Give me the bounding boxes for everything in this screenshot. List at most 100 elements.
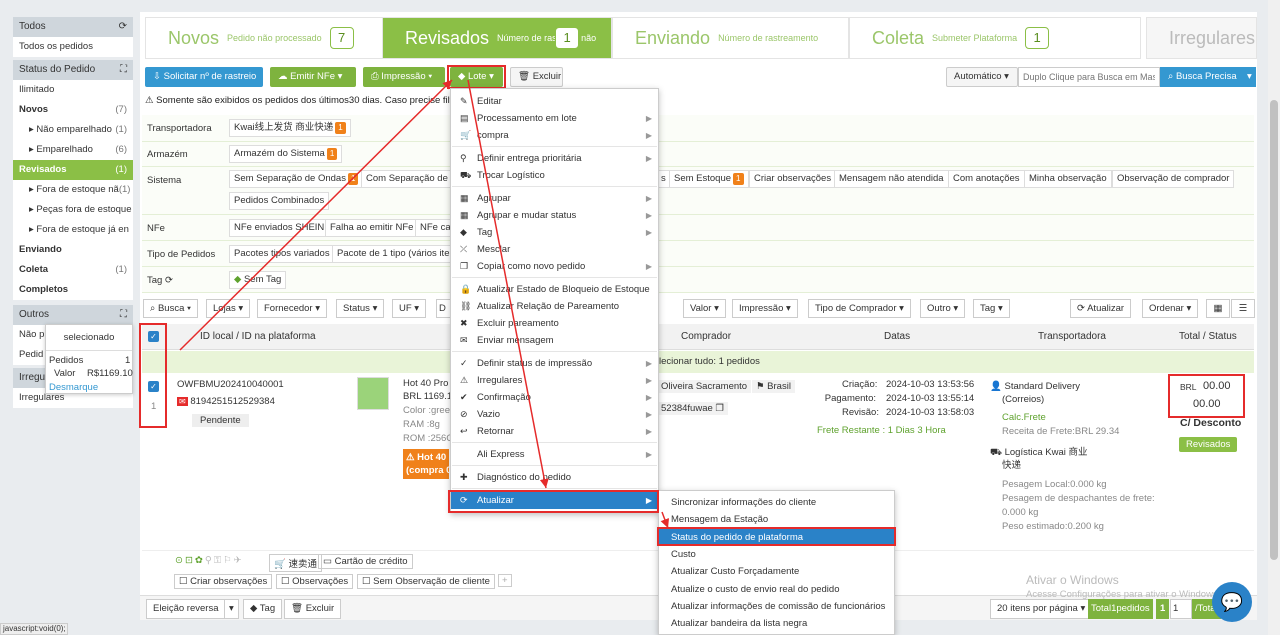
submenu-item-4[interactable]: Atualizar Custo Forçadamente: [659, 563, 894, 580]
menu-item-definir-entrega-priorita-ria[interactable]: ⚲ Definir entrega prioritária ▶: [451, 150, 658, 167]
menu-item-confirmac-a-o[interactable]: ✔ Confirmação ▶: [451, 389, 658, 406]
menu-item-compra[interactable]: 🛒 compra ▶: [451, 127, 658, 144]
sidebar-item-ilimitado[interactable]: Ilimitado: [13, 80, 133, 100]
submenu-item-0[interactable]: Sincronizar informações do cliente: [659, 494, 894, 511]
busca-precisa-button[interactable]: ⌕ Busca Precisa: [1160, 67, 1244, 87]
sidebar-item-nao-emparelhado[interactable]: ▸ Não emparelhado (1): [13, 120, 133, 140]
copy-icon[interactable]: ❐: [715, 403, 724, 414]
buyer-name[interactable]: Oliveira Sacramento: [657, 380, 752, 393]
menu-item-atualizar-estado-de-bloqueio-de-estoque[interactable]: 🔒 Atualizar Estado de Bloqueio de Estoque: [451, 281, 658, 298]
submenu-item-1[interactable]: Mensagem da Estação: [659, 511, 894, 528]
filter-outro[interactable]: Outro ▾: [920, 299, 966, 318]
menu-item-irregulares[interactable]: ⚠ Irregulares ▶: [451, 372, 658, 389]
status-badge[interactable]: Revisados: [1179, 437, 1238, 452]
menu-item-atualizar-relac-a-o-de-pareamento[interactable]: ⛓ Atualizar Relação de Pareamento: [451, 298, 658, 315]
filter-d[interactable]: D: [436, 299, 451, 318]
excluir-button[interactable]: 🗑 Excluir: [510, 67, 563, 87]
filter-chip-sem-estoque[interactable]: Sem Estoque 1: [669, 170, 749, 188]
search-input[interactable]: [1018, 67, 1160, 87]
chat-icon[interactable]: 💬: [1212, 582, 1252, 622]
submenu-item-5[interactable]: Atualize o custo de envio real do pedido: [659, 581, 894, 598]
filter-chip-pedidos-combinados[interactable]: Pedidos Combinados: [229, 192, 330, 210]
per-page-select[interactable]: 20 itens por página ▾: [990, 599, 1093, 619]
step-coleta[interactable]: Coleta Submeter Plataforma 1: [849, 17, 1141, 59]
filter-fornecedor[interactable]: Fornecedor ▾: [257, 299, 328, 318]
filter-busca[interactable]: ⌕ Busca ▾: [143, 299, 199, 318]
solicitar-rastreio-button[interactable]: ⇩ Solicitar nº de rastreio: [145, 67, 263, 87]
sidebar-item-revisados[interactable]: Revisados (1): [13, 160, 133, 180]
filter-status[interactable]: Status ▾: [336, 299, 385, 318]
menu-item-tag[interactable]: ◆ Tag ▶: [451, 224, 658, 241]
impressao-button[interactable]: ⎙ Impressão ▾: [363, 67, 445, 87]
menu-item-ali-express[interactable]: Ali Express ▶: [451, 446, 658, 463]
filter-valor[interactable]: Valor ▾: [683, 299, 726, 318]
criar-obs-button[interactable]: ☐ Criar observações: [174, 574, 273, 589]
menu-item-processamento-em-lote[interactable]: ▤ Processamento em lote ▶: [451, 110, 658, 127]
filter-chip-sem-separacao[interactable]: Sem Separação de Ondas 1: [229, 170, 364, 188]
menu-item-trocar-logi-stico[interactable]: ⛟ Trocar Logístico: [451, 167, 658, 184]
filter-chip-sem-tag[interactable]: ◆ Sem Tag: [229, 271, 287, 289]
filter-chip-com-separacao[interactable]: Com Separação de O: [361, 170, 451, 188]
sidebar-item-coleta[interactable]: Coleta (1): [13, 260, 133, 280]
scrollbar[interactable]: [1268, 0, 1280, 635]
refresh-icon[interactable]: ⟳: [165, 275, 173, 286]
submenu-item-7[interactable]: Atualizar bandeira da lista negra: [659, 615, 894, 632]
menu-item-copiar-como-novo-pedido[interactable]: ❐ Copiar como novo pedido ▶: [451, 258, 658, 275]
menu-item-agrupar[interactable]: ▦ Agrupar ▶: [451, 190, 658, 207]
filter-chip-falha-nfe[interactable]: Falha ao emitir NFe: [325, 219, 419, 237]
menu-item-excluir-pareamento[interactable]: ✖ Excluir pareamento: [451, 315, 658, 332]
sidebar-item-emparelhado[interactable]: ▸ Emparelhado (6): [13, 140, 133, 160]
bottom-tag-button[interactable]: ◆ Tag: [243, 599, 283, 619]
menu-item-definir-status-de-impressa-o[interactable]: ✓ Definir status de impressão ▶: [451, 355, 658, 372]
automatico-dropdown[interactable]: Automático ▾: [946, 67, 1018, 87]
menu-item-retornar[interactable]: ↩ Retornar ▶: [451, 423, 658, 440]
sidebar-head-todos[interactable]: Todos ⟳: [13, 17, 133, 37]
menu-item-agrupar-e-mudar-status[interactable]: ▦ Agrupar e mudar status ▶: [451, 207, 658, 224]
menu-item-enviar-mensagem[interactable]: ✉ Enviar mensagem: [451, 332, 658, 349]
desmarque-link[interactable]: Desmarque: [49, 382, 98, 393]
emitir-nfe-button[interactable]: ☁ Emitir NFe ▾: [270, 67, 356, 87]
filter-chip-obs-comprador[interactable]: Observação de comprador: [1112, 170, 1235, 188]
filter-chip-armazem[interactable]: Armazém do Sistema 1: [229, 145, 343, 163]
filter-chip-pacotes-variados[interactable]: Pacotes tipos variados: [229, 245, 335, 263]
filter-uf[interactable]: UF ▾: [392, 299, 427, 318]
menu-item-diagno-stico-do-pedido[interactable]: ✚ Diagnóstico do pedido: [451, 469, 658, 486]
sidebar-item-fora-estoque-na[interactable]: ▸ Fora de estoque nã (1): [13, 180, 133, 200]
eleicao-reversa-button[interactable]: Eleição reversa: [146, 599, 226, 619]
grid-view-icon[interactable]: ▦: [1206, 299, 1230, 318]
sidebar-item-todos-pedidos[interactable]: Todos os pedidos: [13, 37, 133, 57]
sidebar-item-pecas-fora-estoque[interactable]: ▸ Peças fora de estoque: [13, 200, 133, 220]
submenu-item-3[interactable]: Custo: [659, 546, 894, 563]
atualizar-button[interactable]: ⟳ Atualizar: [1070, 299, 1132, 318]
current-page[interactable]: 1: [1156, 599, 1170, 619]
filter-chip-nfe-ca[interactable]: NFe ca: [415, 219, 451, 237]
product-image[interactable]: [357, 377, 389, 410]
filter-chip-criar-obs[interactable]: Criar observações: [749, 170, 837, 188]
step-enviando[interactable]: Enviando Número de rastreamento: [612, 17, 849, 59]
filter-chip-msg-nao-atendida[interactable]: Mensagem não atendida: [834, 170, 949, 188]
filter-chip-minha-obs[interactable]: Minha observação: [1024, 170, 1112, 188]
sidebar-head-outros[interactable]: Outros ⛶: [13, 305, 133, 325]
step-irregulares[interactable]: Irregulares: [1146, 17, 1257, 59]
menu-item-vazio[interactable]: ⊘ Vazio ▶: [451, 406, 658, 423]
page-input[interactable]: 1: [1170, 599, 1192, 619]
refresh-icon[interactable]: ⟳: [119, 17, 127, 37]
sidebar-item-fora-estoque-ja[interactable]: ▸ Fora de estoque já en: [13, 220, 133, 240]
busca-precisa-dropdown[interactable]: ▾: [1244, 67, 1256, 87]
add-icon[interactable]: +: [498, 574, 512, 587]
step-novos[interactable]: Novos Pedido não processado 7: [145, 17, 383, 59]
sidebar-item-completos[interactable]: Completos: [13, 280, 133, 300]
sem-obs-cliente-button[interactable]: ☐ Sem Observação de cliente: [357, 574, 495, 589]
filter-tag[interactable]: Tag ▾: [973, 299, 1010, 318]
product-title[interactable]: Hot 40 Pro: [403, 378, 448, 389]
sidebar-item-enviando[interactable]: Enviando: [13, 240, 133, 260]
list-view-icon[interactable]: ☰: [1231, 299, 1255, 318]
menu-item-mesclar[interactable]: ⤫ Mesclar: [451, 241, 658, 258]
scrollbar-thumb[interactable]: [1270, 100, 1278, 560]
calc-frete-link[interactable]: Calc.Frete: [1002, 412, 1046, 423]
filter-chip-pacote-1-tipo[interactable]: Pacote de 1 tipo (vários iten: [332, 245, 451, 263]
submenu-item-6[interactable]: Atualizar informações de comissão de fun…: [659, 598, 894, 615]
filter-chip-kwai[interactable]: Kwai线上发货 商业快递 1: [229, 119, 351, 137]
filter-tipo-comprador[interactable]: Tipo de Comprador ▾: [808, 299, 911, 318]
observacoes-button[interactable]: ☐ Observações: [276, 574, 354, 589]
